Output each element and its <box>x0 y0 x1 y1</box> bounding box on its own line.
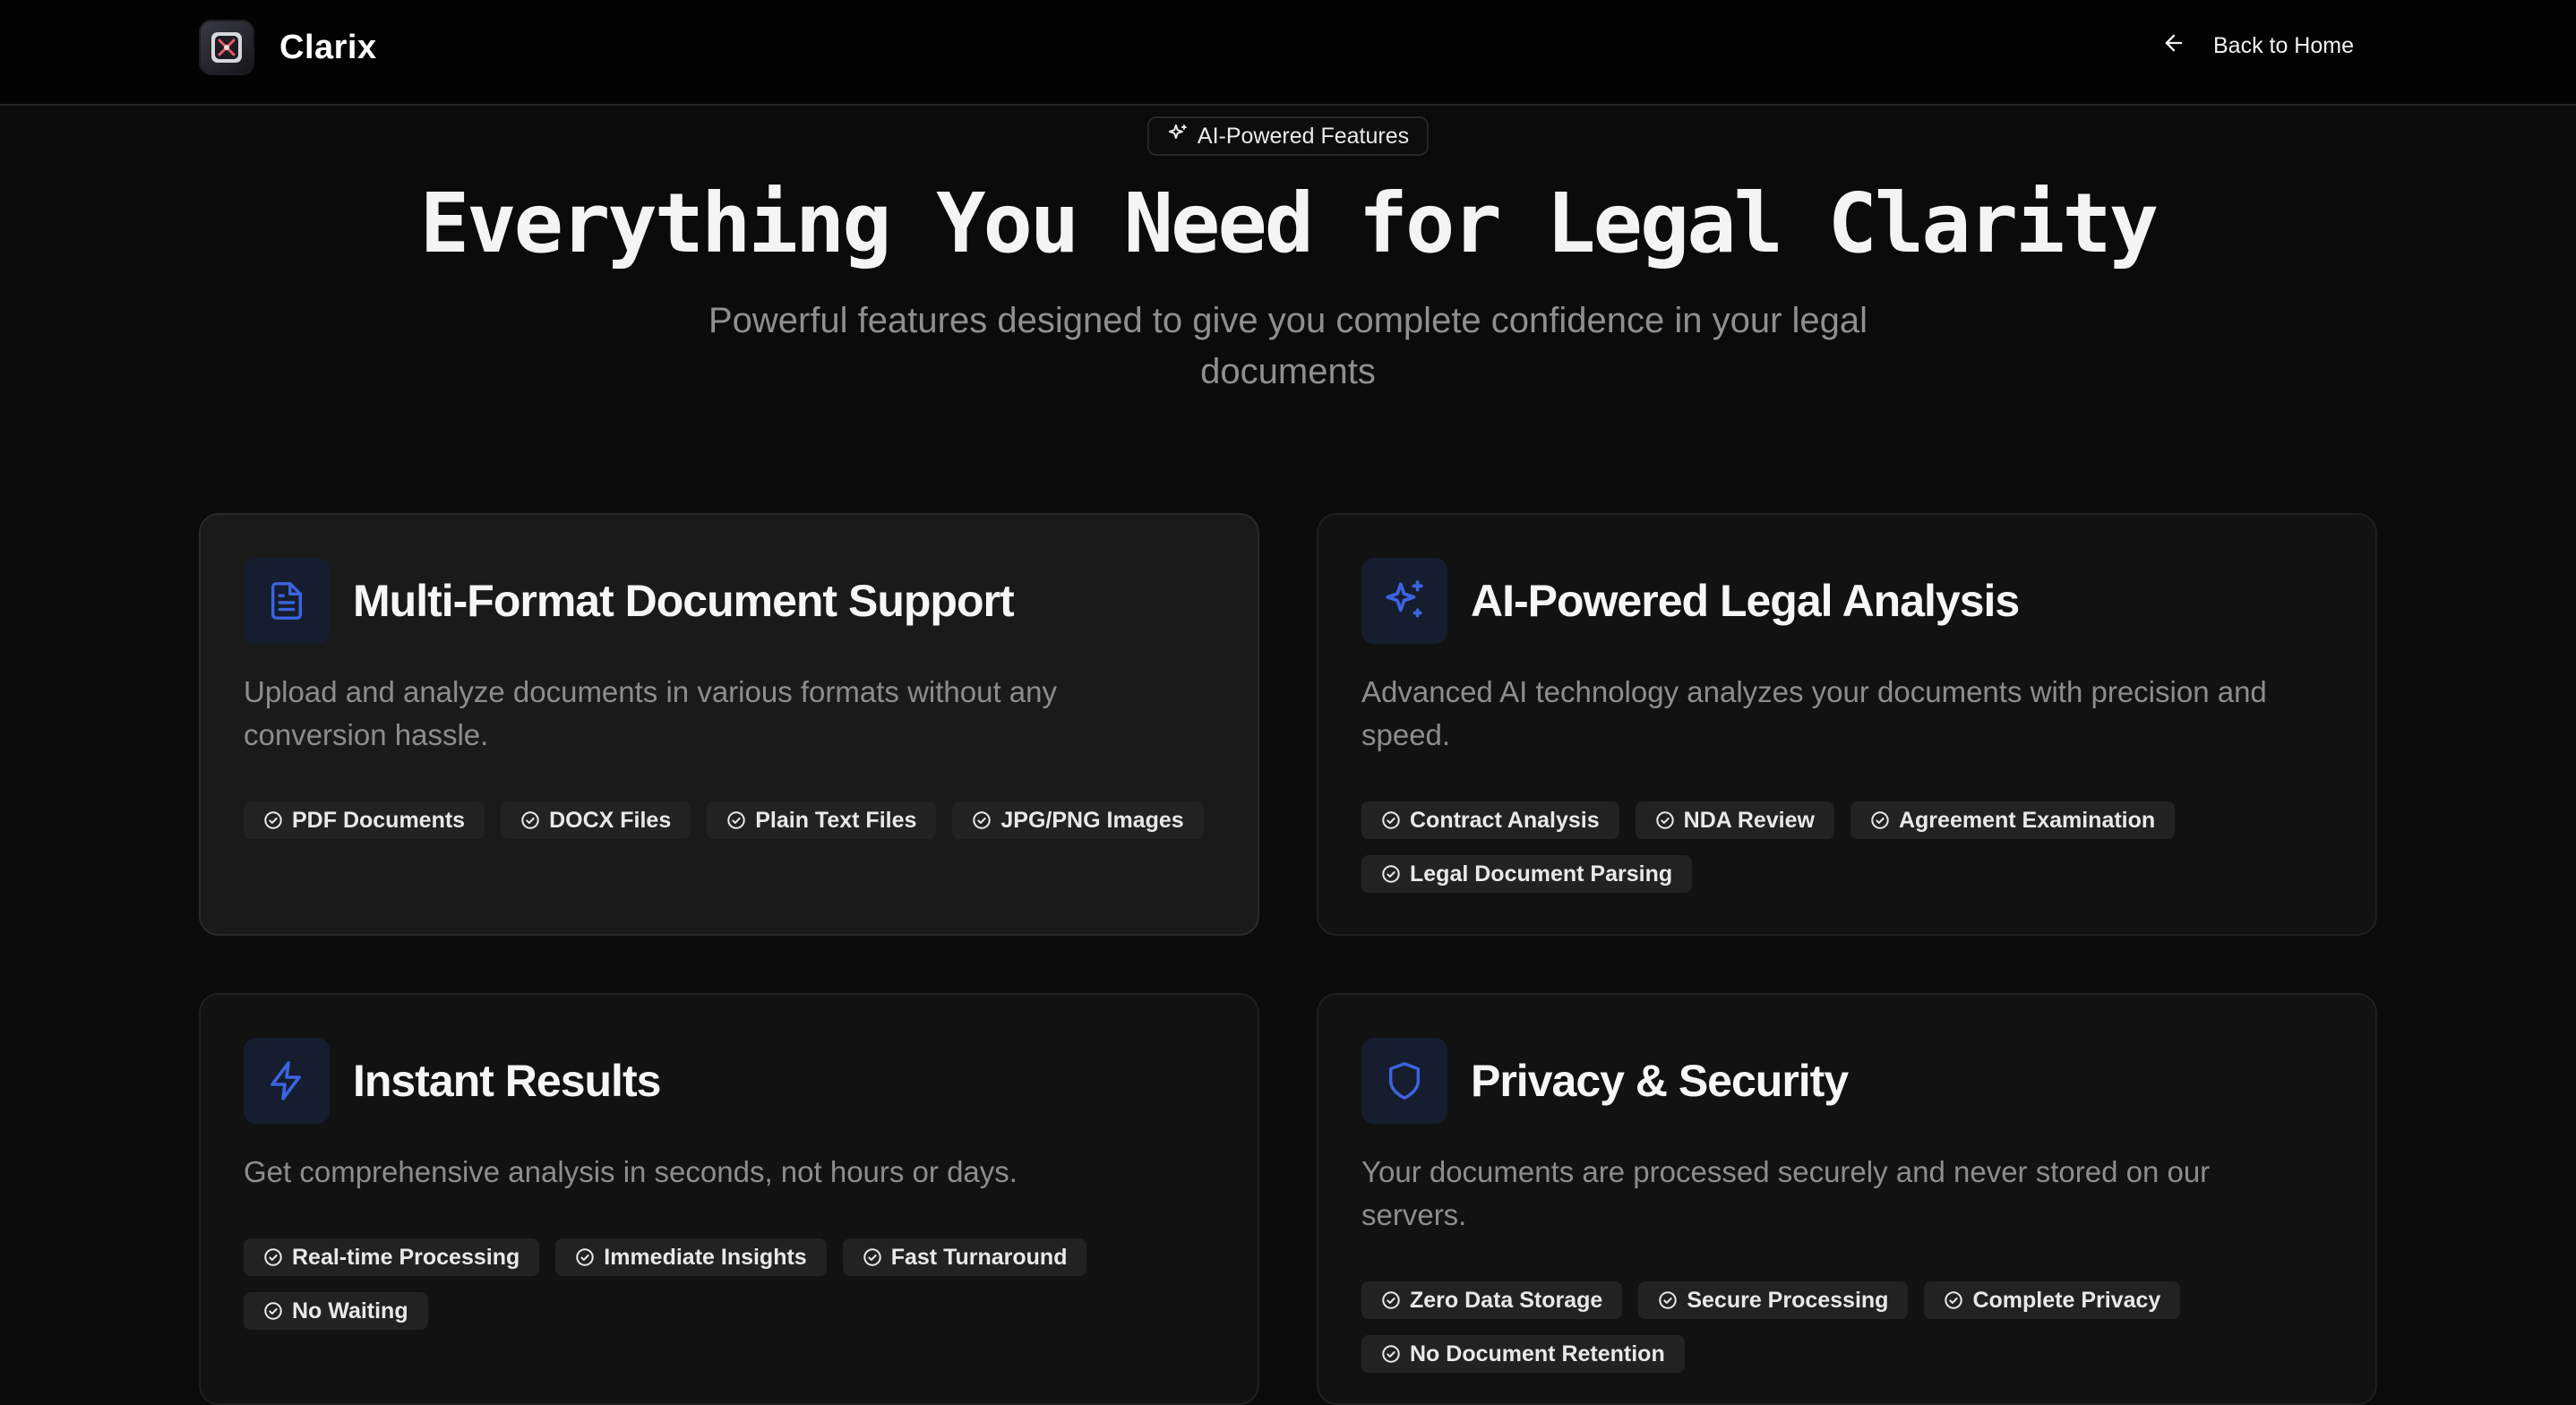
feature-card-privacy-security[interactable]: Privacy & Security Your documents are pr… <box>1317 993 2377 1405</box>
check-circle-icon <box>264 1302 282 1320</box>
feature-tags: Zero Data Storage Secure Processing Comp… <box>1361 1281 2338 1373</box>
feature-tags: Real-time Processing Immediate Insights … <box>244 1238 1220 1330</box>
check-circle-icon <box>1382 865 1400 883</box>
check-circle-icon <box>264 811 282 829</box>
clarix-logo-icon <box>199 20 254 75</box>
feature-title: Instant Results <box>353 1056 661 1106</box>
feature-tag: Fast Turnaround <box>842 1238 1087 1276</box>
feature-tag: JPG/PNG Images <box>952 801 1204 839</box>
brand[interactable]: Clarix <box>199 20 377 75</box>
check-circle-icon <box>521 811 539 829</box>
check-circle-icon <box>1655 811 1674 829</box>
feature-tag: Contract Analysis <box>1361 801 1619 839</box>
feature-tag: Agreement Examination <box>1850 801 2176 839</box>
check-circle-icon <box>576 1248 594 1266</box>
check-circle-icon <box>264 1248 282 1266</box>
sparkles-icon <box>1167 123 1189 150</box>
arrow-left-icon <box>2161 30 2186 62</box>
check-circle-icon <box>1382 1291 1400 1309</box>
shield-icon <box>1361 1038 1447 1124</box>
check-circle-icon <box>1382 1345 1400 1363</box>
feature-tag: NDA Review <box>1635 801 1834 839</box>
back-to-home-label: Back to Home <box>2212 33 2354 58</box>
feature-title: Privacy & Security <box>1471 1056 1849 1106</box>
lightning-icon <box>244 1038 330 1124</box>
feature-title: AI-Powered Legal Analysis <box>1471 576 2020 626</box>
back-to-home-link[interactable]: Back to Home <box>2161 30 2354 62</box>
sparkles-icon <box>1361 558 1447 644</box>
top-navigation-bar: Clarix Back to Home <box>0 0 2576 106</box>
feature-tag: Immediate Insights <box>555 1238 827 1276</box>
check-circle-icon <box>1659 1291 1678 1309</box>
feature-tag: Legal Document Parsing <box>1361 855 1693 893</box>
feature-tag: Plain Text Files <box>707 801 937 839</box>
hero-badge: AI-Powered Features <box>1146 116 1430 156</box>
feature-tag: DOCX Files <box>501 801 691 839</box>
feature-tag: Zero Data Storage <box>1361 1281 1623 1319</box>
feature-card-instant-results[interactable]: Instant Results Get comprehensive analys… <box>199 993 1259 1405</box>
feature-tag: No Document Retention <box>1361 1335 1685 1373</box>
page-subtitle: Powerful features designed to give you c… <box>708 301 1868 391</box>
feature-description: Get comprehensive analysis in seconds, n… <box>244 1155 1018 1188</box>
feature-description: Advanced AI technology analyzes your doc… <box>1361 675 2267 751</box>
feature-title: Multi-Format Document Support <box>353 576 1015 626</box>
feature-card-ai-analysis[interactable]: AI-Powered Legal Analysis Advanced AI te… <box>1317 513 2377 936</box>
check-circle-icon <box>1871 811 1889 829</box>
check-circle-icon <box>1382 811 1400 829</box>
check-circle-icon <box>973 811 992 829</box>
feature-tag: No Waiting <box>244 1292 428 1330</box>
hero-badge-label: AI-Powered Features <box>1197 123 1410 149</box>
brand-name: Clarix <box>279 28 377 66</box>
feature-tag: Secure Processing <box>1638 1281 1909 1319</box>
feature-tags: Contract Analysis NDA Review Agreement E… <box>1361 801 2338 893</box>
feature-tag: Real-time Processing <box>244 1238 540 1276</box>
feature-card-multi-format[interactable]: Multi-Format Document Support Upload and… <box>199 513 1259 936</box>
document-icon <box>244 558 330 644</box>
check-circle-icon <box>1945 1291 1963 1309</box>
feature-tag: PDF Documents <box>244 801 485 839</box>
feature-tag: Complete Privacy <box>1924 1281 2181 1319</box>
check-circle-icon <box>727 811 745 829</box>
feature-tags: PDF Documents DOCX Files Plain Text File… <box>244 801 1220 839</box>
check-circle-icon <box>863 1248 881 1266</box>
page-title: Everything You Need for Legal Clarity <box>419 176 2159 271</box>
feature-description: Upload and analyze documents in various … <box>244 675 1057 751</box>
feature-description: Your documents are processed securely an… <box>1361 1155 2211 1231</box>
